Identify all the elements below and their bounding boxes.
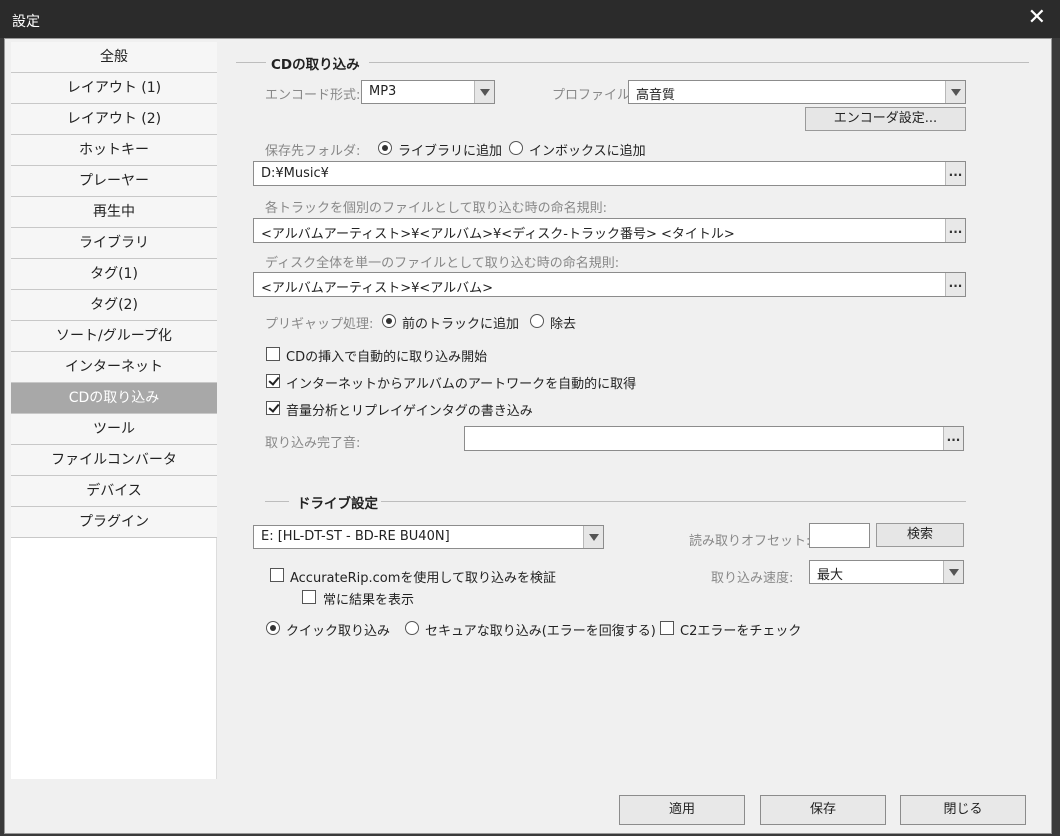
radio-quick-rip[interactable] (266, 621, 280, 635)
sidebar-item-now-playing[interactable]: 再生中 (11, 197, 217, 228)
track-naming-value: <アルバムアーティスト>¥<アルバム>¥<ディスク-トラック番号> <タイトル> (261, 227, 735, 242)
encode-format-select[interactable]: MP3 (361, 80, 495, 104)
disc-naming-label: ディスク全体を単一のファイルとして取り込む時の命名規則: (265, 256, 620, 271)
replaygain-checkbox[interactable] (266, 401, 280, 415)
rip-group-title: CDの取り込み (271, 57, 360, 73)
drive-value: E: [HL-DT-ST - BD-RE BU40N] (261, 529, 450, 544)
auto-start-label: CDの挿入で自動的に取り込み開始 (286, 350, 488, 365)
disc-naming-input[interactable]: <アルバムアーティスト>¥<アルバム> ... (253, 272, 966, 297)
browse-button[interactable]: ... (945, 273, 965, 296)
drive-select[interactable]: E: [HL-DT-ST - BD-RE BU40N] (253, 525, 604, 549)
sidebar-item-layout-1[interactable]: レイアウト (1) (11, 73, 217, 104)
settings-window: 全般 レイアウト (1) レイアウト (2) ホットキー プレーヤー 再生中 ラ… (4, 38, 1052, 834)
group-divider (381, 501, 966, 502)
sidebar-item-cd-rip[interactable]: CDの取り込み (11, 383, 217, 414)
complete-sound-label: 取り込み完了音: (265, 436, 361, 451)
auto-start-checkbox[interactable] (266, 347, 280, 361)
disc-naming-value: <アルバムアーティスト>¥<アルバム> (261, 281, 494, 296)
sidebar-item-tools[interactable]: ツール (11, 414, 217, 445)
sidebar-item-hotkey[interactable]: ホットキー (11, 135, 217, 166)
save-folder-input[interactable]: D:¥Music¥ ... (253, 161, 966, 186)
group-divider (369, 62, 1029, 63)
complete-sound-input[interactable]: ... (464, 426, 964, 451)
offset-input[interactable] (809, 523, 870, 548)
radio-secure-rip-label: セキュアな取り込み(エラーを回復する) (425, 624, 656, 639)
encode-format-value: MP3 (369, 84, 397, 99)
sidebar-item-devices[interactable]: デバイス (11, 476, 217, 507)
accuraterip-checkbox[interactable] (270, 568, 284, 582)
offset-label: 読み取りオフセット: (689, 534, 811, 549)
radio-pregap-remove-label: 除去 (550, 317, 577, 332)
close-icon[interactable]: ✕ (1028, 6, 1046, 30)
save-folder-value: D:¥Music¥ (261, 166, 329, 181)
close-button[interactable]: 閉じる (900, 795, 1026, 825)
save-folder-label: 保存先フォルダ: (265, 144, 361, 159)
sidebar-item-sort-group[interactable]: ソート/グループ化 (11, 321, 217, 352)
title-bar: 設定 ✕ (0, 0, 1060, 38)
radio-add-inbox[interactable] (509, 141, 523, 155)
profile-value: 高音質 (636, 88, 676, 103)
radio-pregap-prev-track[interactable] (382, 314, 396, 328)
encode-format-label: エンコード形式: (265, 88, 361, 103)
encoder-settings-button[interactable]: エンコーダ設定... (805, 107, 966, 131)
radio-pregap-remove[interactable] (530, 314, 544, 328)
sidebar: 全般 レイアウト (1) レイアウト (2) ホットキー プレーヤー 再生中 ラ… (11, 42, 217, 779)
chevron-down-icon (945, 81, 965, 103)
sidebar-item-tags-1[interactable]: タグ(1) (11, 259, 217, 290)
replaygain-label: 音量分析とリプレイゲインタグの書き込み (286, 404, 533, 419)
c2-error-label: C2エラーをチェック (680, 624, 802, 639)
sidebar-item-tags-2[interactable]: タグ(2) (11, 290, 217, 321)
sidebar-item-file-converter[interactable]: ファイルコンバータ (11, 445, 217, 476)
rip-speed-label: 取り込み速度: (711, 571, 794, 586)
radio-quick-rip-label: クイック取り込み (286, 624, 391, 639)
radio-add-library[interactable] (378, 141, 392, 155)
browse-button[interactable]: ... (945, 219, 965, 242)
group-divider (265, 501, 289, 502)
profile-label: プロファイル: (552, 88, 635, 103)
save-button[interactable]: 保存 (760, 795, 886, 825)
radio-add-library-label: ライブラリに追加 (398, 144, 503, 159)
always-show-result-label: 常に結果を表示 (323, 593, 415, 608)
artwork-label: インターネットからアルバムのアートワークを自動的に取得 (286, 377, 637, 392)
c2-error-checkbox[interactable] (660, 621, 674, 635)
pregap-label: プリギャップ処理: (265, 317, 374, 332)
accuraterip-label: AccurateRip.comを使用して取り込みを検証 (290, 571, 557, 586)
track-naming-input[interactable]: <アルバムアーティスト>¥<アルバム>¥<ディスク-トラック番号> <タイトル>… (253, 218, 966, 243)
chevron-down-icon (583, 526, 603, 548)
chevron-down-icon (943, 561, 963, 583)
apply-button[interactable]: 適用 (619, 795, 745, 825)
sidebar-item-internet[interactable]: インターネット (11, 352, 217, 383)
rip-speed-value: 最大 (817, 568, 844, 583)
always-show-result-checkbox[interactable] (302, 590, 316, 604)
search-offset-button[interactable]: 検索 (876, 523, 964, 547)
track-naming-label: 各トラックを個別のファイルとして取り込む時の命名規則: (265, 201, 607, 216)
group-divider (236, 62, 266, 63)
window-title: 設定 (12, 14, 40, 30)
radio-pregap-prev-track-label: 前のトラックに追加 (402, 317, 520, 332)
radio-add-inbox-label: インボックスに追加 (529, 144, 646, 159)
sidebar-item-library[interactable]: ライブラリ (11, 228, 217, 259)
sidebar-item-plugins[interactable]: プラグイン (11, 507, 217, 538)
artwork-checkbox[interactable] (266, 374, 280, 388)
settings-panel: CDの取り込み エンコード形式: MP3 プロファイル: 高音質 エンコーダ設定… (217, 42, 1051, 779)
profile-select[interactable]: 高音質 (628, 80, 966, 104)
browse-button[interactable]: ... (943, 427, 963, 450)
drive-group-title: ドライブ設定 (297, 496, 378, 512)
sidebar-item-general[interactable]: 全般 (11, 42, 217, 73)
browse-button[interactable]: ... (945, 162, 965, 185)
sidebar-item-player[interactable]: プレーヤー (11, 166, 217, 197)
rip-speed-select[interactable]: 最大 (809, 560, 964, 584)
chevron-down-icon (474, 81, 494, 103)
radio-secure-rip[interactable] (405, 621, 419, 635)
sidebar-item-layout-2[interactable]: レイアウト (2) (11, 104, 217, 135)
